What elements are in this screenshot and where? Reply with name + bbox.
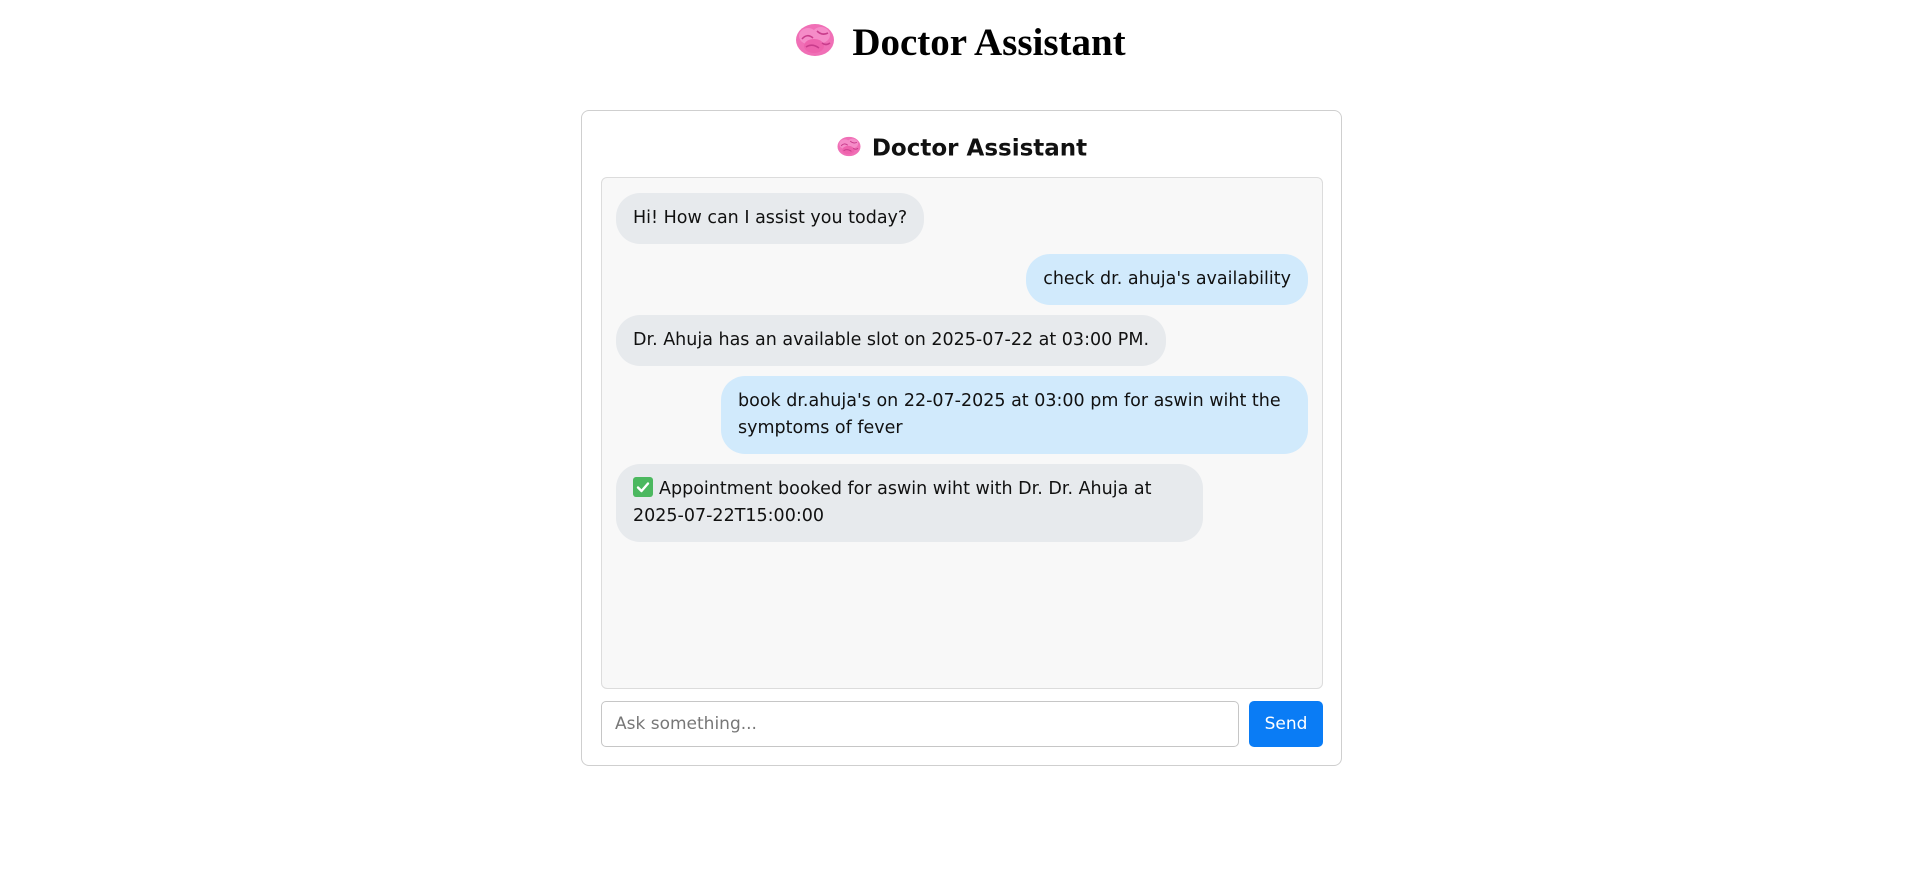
message-list[interactable]: Hi! How can I assist you today? check dr… <box>601 177 1323 689</box>
bot-message: Hi! How can I assist you today? <box>616 193 925 244</box>
message-row-bot: Appointment booked for aswin wiht with D… <box>616 464 1308 542</box>
bot-message: Appointment booked for aswin wiht with D… <box>616 464 1203 542</box>
brain-icon <box>794 21 836 59</box>
message-row-user: check dr. ahuja's availability <box>616 254 1308 305</box>
user-message: book dr.ahuja's on 22-07-2025 at 03:00 p… <box>721 376 1308 454</box>
user-message: check dr. ahuja's availability <box>1026 254 1308 305</box>
page-title: Doctor Assistant <box>852 21 1126 65</box>
chat-card-header: Doctor Assistant <box>582 131 1341 166</box>
brain-icon <box>836 135 862 158</box>
send-button[interactable]: Send <box>1249 701 1323 747</box>
input-row: Send <box>601 701 1323 747</box>
message-row-user: book dr.ahuja's on 22-07-2025 at 03:00 p… <box>616 376 1308 454</box>
message-input[interactable] <box>601 701 1239 747</box>
check-mark-icon <box>633 477 653 497</box>
message-row-bot: Dr. Ahuja has an available slot on 2025-… <box>616 315 1308 366</box>
bot-message-text: Appointment booked for aswin wiht with D… <box>633 479 1152 526</box>
chat-card: Doctor Assistant Hi! How can I assist yo… <box>581 110 1342 766</box>
chat-title: Doctor Assistant <box>871 135 1088 162</box>
bot-message: Dr. Ahuja has an available slot on 2025-… <box>616 315 1167 366</box>
page-header: Doctor Assistant <box>0 14 1920 69</box>
message-row-bot: Hi! How can I assist you today? <box>616 193 1308 244</box>
